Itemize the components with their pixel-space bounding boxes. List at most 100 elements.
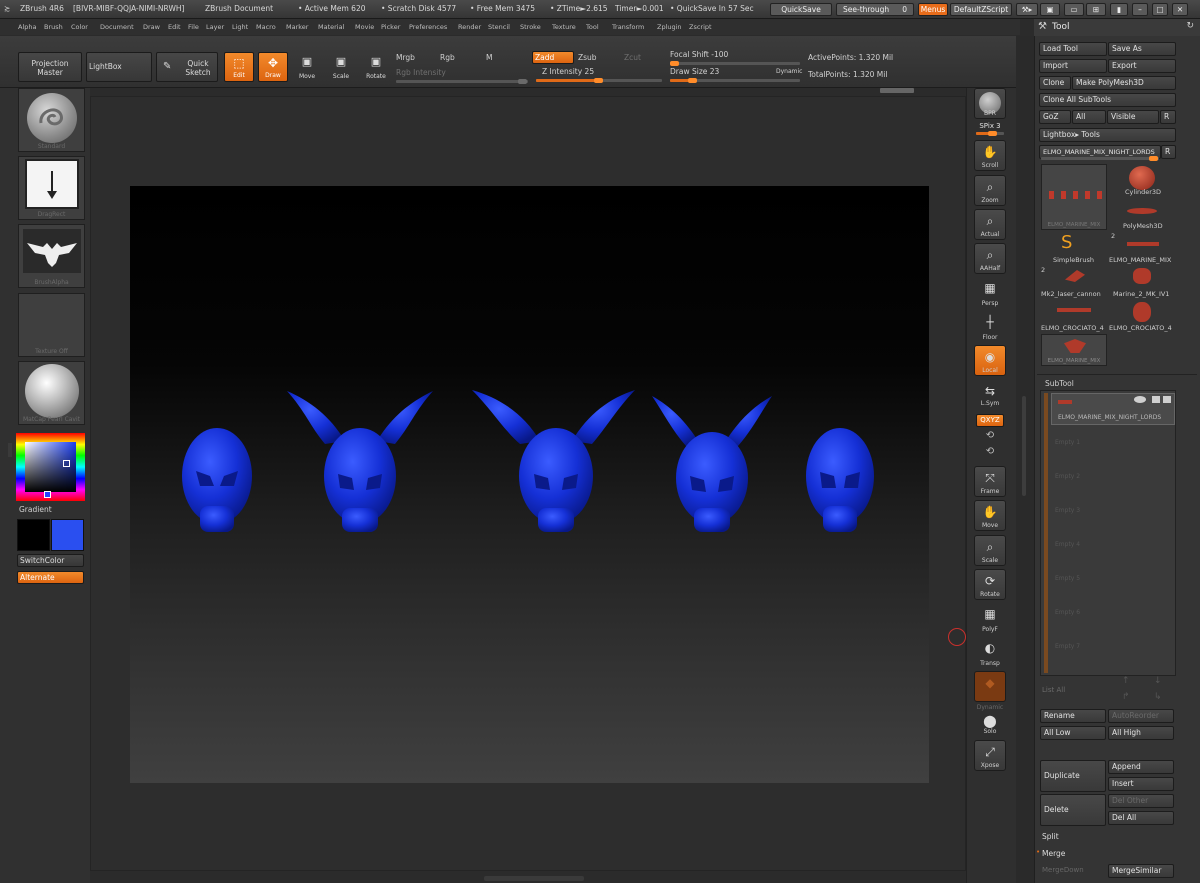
zadd-button[interactable]: Zadd [532,51,574,64]
xpose-button[interactable]: ⤢ Xpose [974,740,1006,771]
spix-slider[interactable]: SPix 3 [972,122,1008,130]
material-selector[interactable]: MatCap Pearl Cavit [18,361,85,425]
menu-item-zplugin[interactable]: Zplugin [657,23,682,31]
rgb-intensity-track[interactable] [396,79,528,84]
polyf-button[interactable]: ▦ PolyF [974,603,1006,634]
floor-button[interactable]: ┼ Floor [974,311,1006,342]
subtool-header[interactable]: SubTool [1045,379,1074,388]
local-button[interactable]: ◉ Local [974,345,1006,376]
frame-button[interactable]: ⤧ Frame [974,466,1006,497]
current-tool-track[interactable] [1041,156,1159,161]
switch-color-button[interactable]: SwitchColor [17,554,84,567]
focal-shift-slider[interactable]: Focal Shift -100 [670,50,728,59]
left-tray-handle[interactable] [8,443,12,457]
quicksave-button[interactable]: QuickSave [770,3,832,16]
del-all-button[interactable]: Del All [1108,811,1174,825]
lightbox-tools-button[interactable]: Lightbox▸ Tools [1039,128,1176,142]
color-cursor[interactable] [63,460,70,467]
clone-button[interactable]: Clone [1039,76,1071,90]
hue-cursor[interactable] [44,491,51,498]
del-other-button[interactable]: Del Other [1108,794,1174,808]
projection-master-button[interactable]: Projection Master [18,52,82,82]
menu-item-material[interactable]: Material [318,23,344,31]
polypaint-toggle-icon[interactable] [1163,396,1171,403]
zsub-button[interactable]: Zsub [578,53,597,62]
save-as-button[interactable]: Save As [1108,42,1176,56]
goz-all-button[interactable]: All [1072,110,1106,124]
menu-item-stroke[interactable]: Stroke [520,23,541,31]
rotate-view-button[interactable]: ⟳ Rotate [974,569,1006,600]
make-polymesh-button[interactable]: Make PolyMesh3D [1072,76,1176,90]
clone-all-subtools-button[interactable]: Clone All SubTools [1039,93,1176,107]
bottom-tray-handle[interactable] [484,876,584,881]
arrow-downright-icon[interactable]: ↳ [1154,692,1162,702]
subtool-item-active[interactable]: ELMO_MARINE_MIX_NIGHT_LORDS [1051,393,1175,425]
move-button[interactable]: ▣ Move [294,52,320,82]
tray-icon[interactable]: ▭ [1064,3,1084,16]
append-button[interactable]: Append [1108,760,1174,774]
minimize-icon[interactable]: – [1132,3,1148,16]
goz-visible-button[interactable]: Visible [1107,110,1159,124]
menu-item-tool[interactable]: Tool [586,23,599,31]
menu-item-edit[interactable]: Edit [168,23,181,31]
rename-button[interactable]: Rename [1040,709,1106,723]
current-tool-knob[interactable] [1149,156,1158,161]
menu-item-zscript[interactable]: Zscript [689,23,712,31]
split-menu[interactable]: Split [1042,832,1059,841]
delete-button[interactable]: Delete [1040,794,1106,826]
persp-button[interactable]: ▦ Persp [974,277,1006,308]
draw-size-track[interactable] [670,78,800,83]
menu-item-texture[interactable]: Texture [552,23,576,31]
ghost-button[interactable]: ◆ [974,671,1006,702]
color-swatch-icon[interactable]: ▣ [1040,3,1060,16]
current-tool-r-button[interactable]: R [1161,145,1176,159]
z-intensity-knob[interactable] [594,78,603,83]
scroll-button[interactable]: ✋ Scroll [974,140,1006,171]
focal-shift-knob[interactable] [670,61,679,66]
shelf-scroll-handle[interactable] [880,88,914,93]
arrow-down-icon[interactable]: ↓ [1154,676,1162,686]
z-intensity-track[interactable] [536,78,662,83]
lsym-button[interactable]: ⇆ L.Sym [974,382,1006,408]
aahalf-button[interactable]: ⌕ AAHalf [974,243,1006,274]
marine-mix-thumbnail[interactable]: ELMO_MARINE_MIX [1041,334,1107,366]
stroke-selector[interactable]: DragRect [18,156,85,220]
goz-r-button[interactable]: R [1160,110,1176,124]
layout-icon[interactable]: ⊞ [1086,3,1106,16]
menu-item-transform[interactable]: Transform [612,23,644,31]
solo-button[interactable]: ⬤ Solo [974,710,1006,736]
rgb-intensity-slider[interactable]: Rgb Intensity [396,68,446,77]
menu-item-light[interactable]: Light [232,23,248,31]
transp-button[interactable]: ◐ Transp [974,637,1006,668]
lock-icon[interactable]: ▮ [1110,3,1128,16]
zcut-button[interactable]: Zcut [624,53,641,62]
brush-selector[interactable]: Standard [18,88,85,152]
menu-item-file[interactable]: File [188,23,199,31]
scale-button[interactable]: ▣ Scale [328,52,354,82]
export-button[interactable]: Export [1108,59,1176,73]
menu-item-document[interactable]: Document [100,23,134,31]
actual-button[interactable]: ⌕ Actual [974,209,1006,240]
menus-button[interactable]: Menus [918,3,948,16]
insert-button[interactable]: Insert [1108,777,1174,791]
merge-menu[interactable]: Merge [1042,849,1065,858]
menu-item-draw[interactable]: Draw [143,23,160,31]
color-picker[interactable] [16,433,85,501]
canvas-viewport[interactable] [130,186,929,783]
alternate-button[interactable]: Alternate [17,571,84,584]
menu-item-picker[interactable]: Picker [381,23,400,31]
default-zscript-button[interactable]: DefaultZScript [950,3,1012,16]
close-icon[interactable]: ✕ [1172,3,1188,16]
marine-mix-icon[interactable] [1127,242,1159,246]
load-tool-button[interactable]: Load Tool [1039,42,1107,56]
autoreorder-button[interactable]: AutoReorder [1108,709,1174,723]
all-high-button[interactable]: All High [1108,726,1174,740]
menu-item-brush[interactable]: Brush [44,23,63,31]
secondary-color-swatch[interactable] [51,519,84,551]
edit-button[interactable]: ⬚ Edit [224,52,254,82]
qxyz-button[interactable]: QXYZ [976,414,1004,427]
z-intensity-slider[interactable]: Z Intensity 25 [542,67,594,76]
scale-view-button[interactable]: ⌕ Scale [974,535,1006,566]
crociato-icon[interactable] [1057,308,1091,312]
duplicate-button[interactable]: Duplicate [1040,760,1106,792]
